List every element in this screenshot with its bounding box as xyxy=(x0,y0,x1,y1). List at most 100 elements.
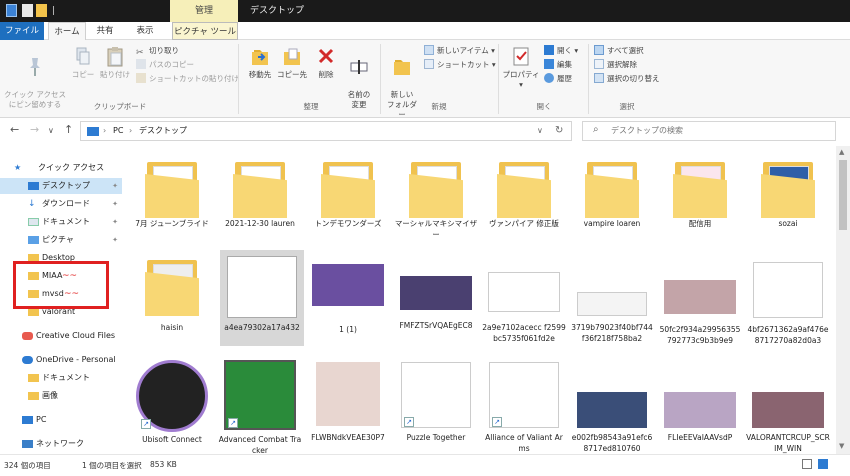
image-file-item[interactable]: FLWBNdkVEAE30P7 xyxy=(306,362,390,443)
manage-context-tab[interactable]: 管理 xyxy=(170,0,238,22)
large-icons-view-icon[interactable] xyxy=(818,459,828,469)
folder-item[interactable]: トンデモワンダーズ xyxy=(306,158,390,229)
image-thumbnail xyxy=(577,292,647,316)
new-folder-quick-icon[interactable] xyxy=(36,4,47,17)
move-to-button[interactable]: 移動先 xyxy=(244,46,276,80)
folder-icon xyxy=(28,308,39,316)
breadcrumb-pc[interactable]: PC xyxy=(113,122,123,140)
shortcut-arrow-icon: ↗ xyxy=(228,418,238,428)
history-button[interactable]: 履歴 xyxy=(544,72,572,86)
tab-picture-tools[interactable]: ピクチャ ツール xyxy=(172,22,238,40)
nav-documents[interactable]: ドキュメント ✦ xyxy=(0,214,122,230)
folder-item[interactable]: haisin xyxy=(130,256,214,333)
pin-quick-access-button[interactable]: クイック アクセス にピン留めする xyxy=(4,46,66,110)
explorer-app-icon[interactable] xyxy=(6,4,17,17)
shortcut-advanced-combat-tracker[interactable]: ↗ Advanced Combat Tracker xyxy=(218,360,302,454)
image-file-item[interactable]: 2a9e7102acecc f2599bc5735f061fd2e xyxy=(482,272,566,344)
details-view-icon[interactable] xyxy=(802,459,812,469)
paste-button[interactable]: 貼り付け xyxy=(98,46,132,80)
edit-button[interactable]: 編集 xyxy=(544,58,572,72)
address-bar[interactable]: › PC › デスクトップ ∨ ↻ xyxy=(80,121,572,141)
new-item-button[interactable]: 新しいアイテム ▾ xyxy=(424,44,495,58)
back-arrow-icon[interactable]: ← xyxy=(10,123,19,136)
nav-creative-cloud[interactable]: Creative Cloud Files xyxy=(0,328,122,344)
image-file-item[interactable]: FMFZTSrVQAEgEC8 xyxy=(394,276,478,331)
folder-item[interactable]: vampire loaren xyxy=(570,158,654,229)
breadcrumb-desktop[interactable]: デスクトップ xyxy=(139,122,187,140)
image-file-item[interactable]: FLIeEEVaIAAVsdP xyxy=(658,392,742,443)
easy-access-shortcut-button[interactable]: ショートカット ▾ xyxy=(424,58,496,72)
cut-button[interactable]: ✂ 切り取り xyxy=(136,44,179,58)
select-none-button[interactable]: 選択解除 xyxy=(594,58,637,72)
quick-access-dropdown-icon[interactable]: | xyxy=(52,6,55,16)
folder-item[interactable]: ヴァンパイア 修正版 xyxy=(482,158,566,229)
copy-to-button[interactable]: コピー先 xyxy=(276,46,308,80)
select-all-button[interactable]: すべて選択 xyxy=(594,44,644,58)
copy-button[interactable]: コピー xyxy=(70,46,96,80)
folder-item[interactable]: 配信用 xyxy=(658,158,742,229)
delete-button[interactable]: 削除 xyxy=(312,46,340,80)
nav-onedrive-documents[interactable]: ドキュメント xyxy=(0,370,122,386)
folder-icon xyxy=(139,256,205,316)
tab-home[interactable]: ホーム xyxy=(48,22,86,40)
paste-shortcut-icon xyxy=(136,73,146,83)
up-arrow-icon[interactable]: ↑ xyxy=(64,123,73,136)
shortcut-ubisoft-connect[interactable]: ↗ Ubisoft Connect xyxy=(130,360,214,445)
open-button[interactable]: 開く ▾ xyxy=(544,44,578,58)
shortcut-arrow-icon: ↗ xyxy=(141,419,151,429)
paste-shortcut-button[interactable]: ショートカットの貼り付け xyxy=(136,72,239,86)
folder-icon xyxy=(227,158,293,218)
tab-view[interactable]: 表示 xyxy=(130,22,160,40)
shortcut-puzzle-together[interactable]: ↗ Puzzle Together xyxy=(394,362,478,443)
nav-onedrive-pictures[interactable]: 画像 xyxy=(0,388,122,404)
nav-pictures[interactable]: ピクチャ ✦ xyxy=(0,232,122,248)
invert-selection-button[interactable]: 選択の切り替え xyxy=(594,72,660,86)
address-dropdown-icon[interactable]: ∨ xyxy=(537,122,543,140)
nav-desktop[interactable]: デスクトップ ✦ xyxy=(0,178,122,194)
scrollbar-thumb[interactable] xyxy=(839,160,847,230)
refresh-icon[interactable]: ↻ xyxy=(555,122,563,140)
file-view: 7月 ジューンブライド 2021-12-30 lauren トンデモワンダーズ … xyxy=(124,146,836,454)
scroll-up-icon[interactable]: ▲ xyxy=(839,148,844,156)
properties-button[interactable]: プロパティ ▾ xyxy=(502,46,540,90)
tab-share[interactable]: 共有 xyxy=(90,22,120,40)
folder-icon xyxy=(667,158,733,218)
vertical-scrollbar[interactable]: ▲ ▼ xyxy=(836,146,850,454)
open-icon xyxy=(544,45,554,55)
copy-folder-icon xyxy=(284,48,300,65)
folder-item[interactable]: sozai xyxy=(746,158,830,229)
forward-arrow-icon[interactable]: → xyxy=(30,123,39,136)
group-new-label: 新規 xyxy=(431,102,447,111)
folder-icon xyxy=(755,158,821,218)
group-open-label: 開く xyxy=(536,102,552,111)
window-title: デスクトップ xyxy=(250,6,305,16)
status-selection: 1 個の項目を選択 xyxy=(82,461,142,470)
nav-network[interactable]: ネットワーク xyxy=(0,436,122,452)
folder-item[interactable]: マーシャルマキシマイザー xyxy=(394,158,478,240)
image-file-item[interactable]: VALORANTCRCUP_SCRIM_WIN xyxy=(746,392,830,454)
search-box[interactable]: ⌕ デスクトップの検索 xyxy=(582,121,836,141)
clipboard-icon xyxy=(107,47,123,67)
ribbon-separator xyxy=(498,44,499,114)
shortcut-alliance-of-valiant-arms[interactable]: ↗ Alliance of Valiant Arms xyxy=(482,362,566,454)
recent-locations-chevron-icon[interactable]: ∨ xyxy=(48,126,54,135)
tab-file[interactable]: ファイル xyxy=(0,22,44,40)
image-file-item[interactable]: 3719b79023f40bf744f36f218f758ba2 xyxy=(570,292,654,344)
image-thumbnail xyxy=(488,272,560,312)
nav-pc[interactable]: PC xyxy=(0,412,122,428)
status-item-count: 324 個の項目 xyxy=(4,461,51,470)
image-file-item[interactable]: 50fc2f934a29956355792773c9b3b9e9 xyxy=(658,280,742,346)
scroll-down-icon[interactable]: ▼ xyxy=(839,442,844,450)
nav-downloads[interactable]: ↓ ダウンロード ✦ xyxy=(0,196,122,212)
copy-path-button[interactable]: パスのコピー xyxy=(136,58,194,72)
nav-quick-access[interactable]: ★ クイック アクセス xyxy=(0,160,122,176)
folder-item[interactable]: 7月 ジューンブライド xyxy=(130,158,214,229)
properties-quick-icon[interactable] xyxy=(22,4,33,17)
nav-onedrive[interactable]: OneDrive - Personal xyxy=(0,352,122,368)
cloud-icon xyxy=(22,356,33,364)
folder-item[interactable]: 2021-12-30 lauren xyxy=(218,158,302,229)
image-file-item[interactable]: e002fb98543a91efc68717ed810760 xyxy=(570,392,654,454)
image-file-item[interactable]: 1 (1) xyxy=(306,264,390,335)
image-file-item-selected[interactable]: a4ea79302a17a432 xyxy=(220,250,304,346)
image-file-item[interactable]: 4bf2671362a9af476e8717270a82d0a3 xyxy=(746,262,830,346)
